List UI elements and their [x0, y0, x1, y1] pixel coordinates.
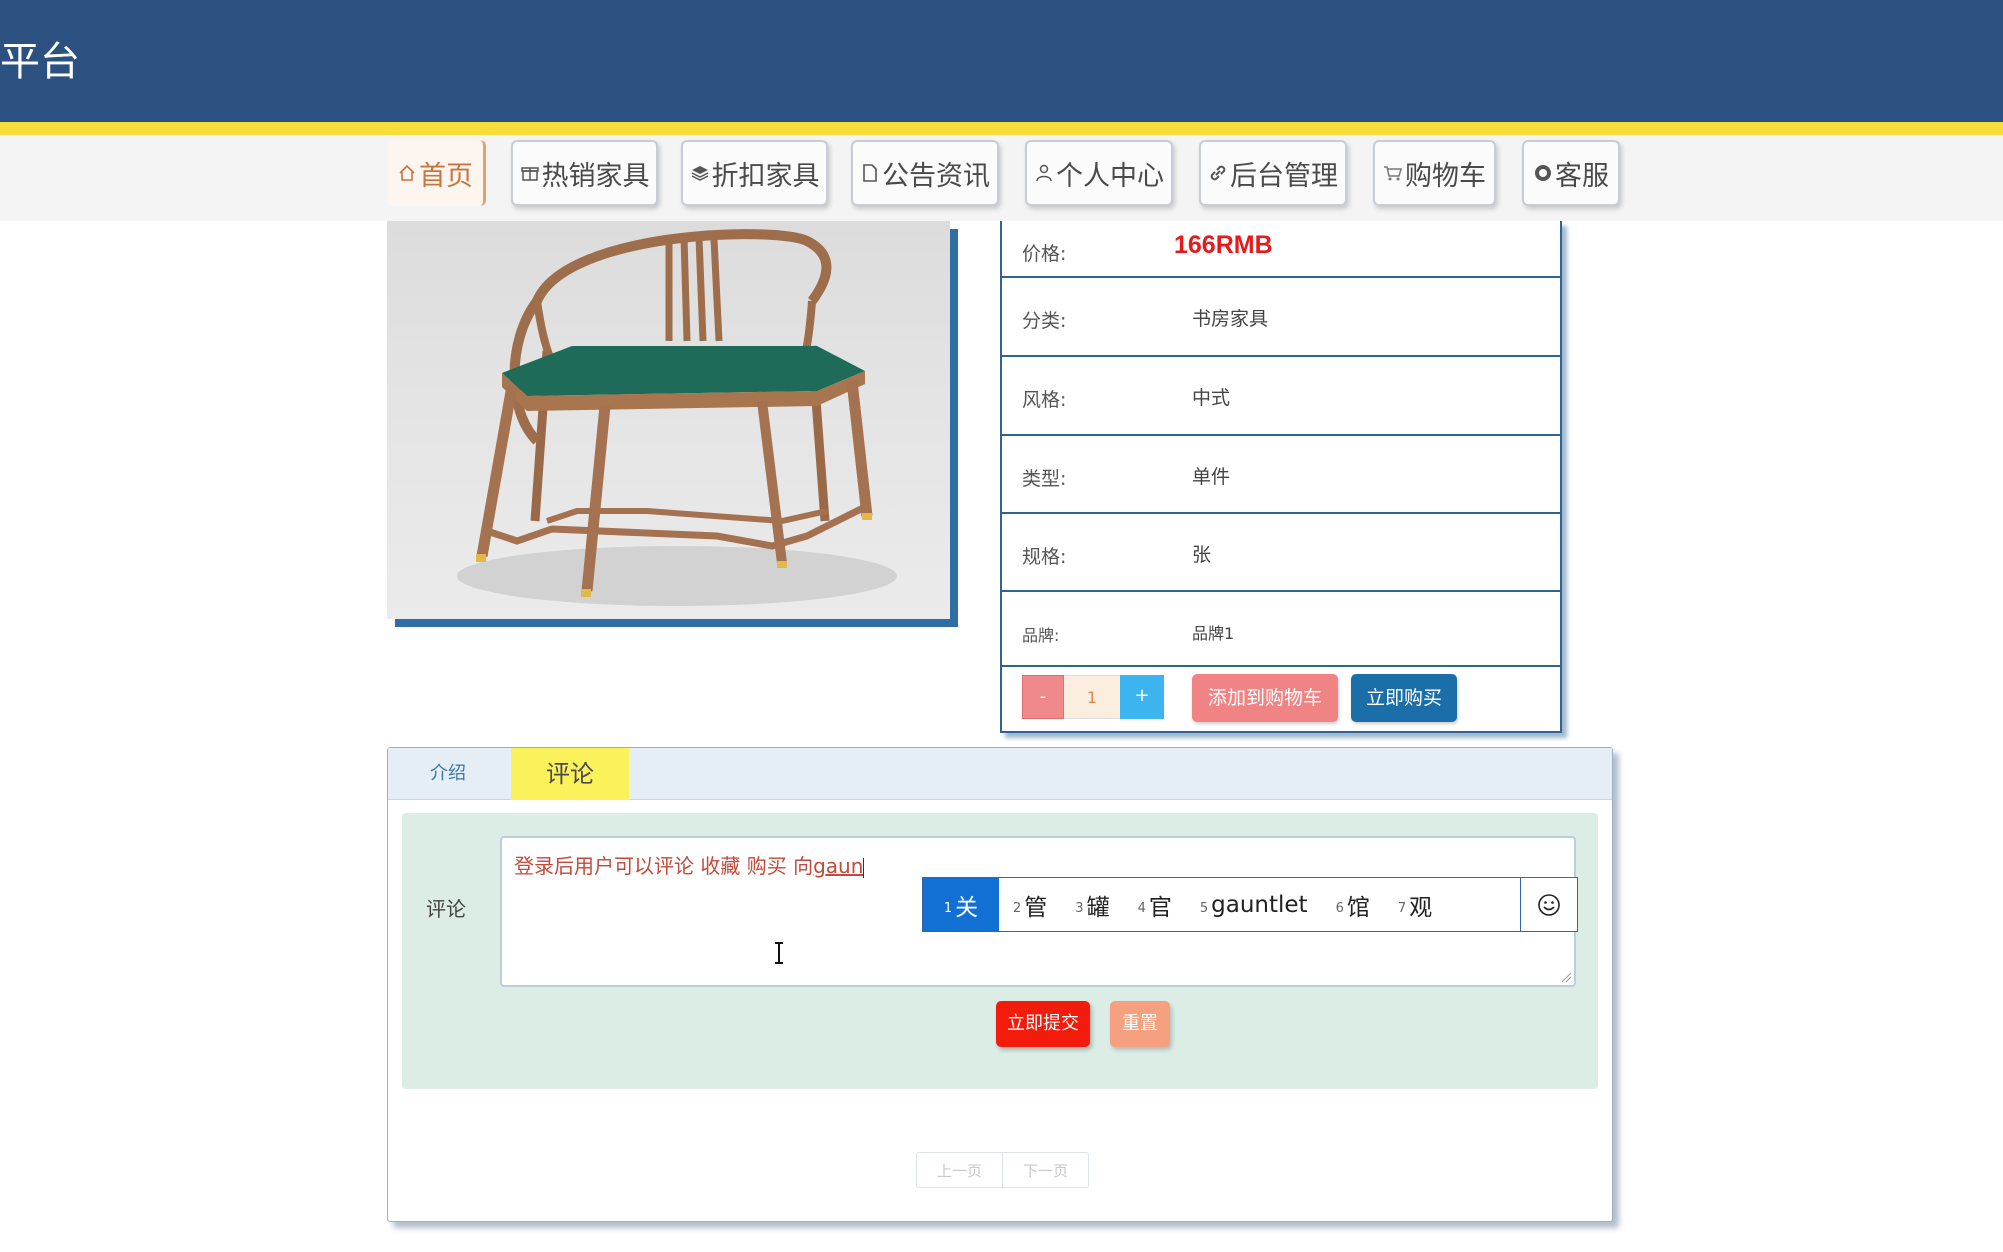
nav-personal-center[interactable]: 个人中心	[1025, 140, 1173, 206]
spec-row-category: 分类: 书房家具	[1002, 278, 1560, 357]
ime-candidate-bar: 1关 2管 3罐 4官 5 gauntlet 6馆 7观	[922, 877, 1578, 932]
comment-existing-text: 登录后用户可以评论 收藏 购买 向	[514, 854, 814, 878]
price-value: 166RMB	[1174, 231, 1273, 259]
spec-label: 分类:	[1022, 310, 1067, 332]
text-caret	[863, 857, 865, 878]
nav-customer-service-label: 客服	[1555, 160, 1609, 192]
tab-introduction[interactable]: 介绍	[388, 748, 508, 800]
ime-candidate-number: 3	[1075, 901, 1084, 916]
tab-comments[interactable]: 评论	[511, 748, 629, 800]
detail-tabs-panel: 介绍 评论 评论 登录后用户可以评论 收藏 购买 向gaun 1关 2管 3罐 …	[387, 747, 1613, 1222]
ime-candidate-number: 4	[1137, 901, 1146, 916]
site-header	[0, 0, 2003, 124]
nav-customer-service[interactable]: 客服	[1522, 140, 1620, 206]
spec-row-spec: 规格: 张	[1002, 514, 1560, 592]
ime-candidate[interactable]: 3罐	[1061, 878, 1123, 931]
spec-row-style: 风格: 中式	[1002, 357, 1560, 436]
ime-candidate[interactable]: 1关	[923, 878, 999, 931]
spec-value: 品牌1	[1192, 624, 1235, 643]
product-spec-table: 价格: 166RMB 分类: 书房家具 风格: 中式 类型: 单件 规格: 张 …	[1000, 221, 1562, 733]
quantity-input[interactable]: 1	[1064, 675, 1120, 719]
ime-candidate-number: 6	[1335, 901, 1344, 916]
support-icon	[1535, 165, 1551, 181]
nav-home[interactable]: 首页	[387, 140, 486, 206]
document-icon	[863, 164, 877, 182]
submit-comment-button[interactable]: 立即提交	[996, 1001, 1090, 1047]
quantity-decrease-button[interactable]: -	[1022, 675, 1064, 719]
spec-row-brand: 品牌: 品牌1	[1002, 592, 1560, 667]
spec-value: 书房家具	[1192, 308, 1269, 330]
nav-discount-furniture-label: 折扣家具	[711, 160, 820, 192]
ime-candidate-text: 馆	[1346, 894, 1370, 921]
ime-candidate-text: gauntlet	[1211, 891, 1308, 918]
quantity-increase-button[interactable]: +	[1120, 675, 1164, 719]
ime-composition-text: gaun	[813, 854, 864, 878]
prev-page-button[interactable]: 上一页	[917, 1153, 1002, 1189]
nav-admin[interactable]: 后台管理	[1199, 140, 1347, 206]
spec-label: 规格:	[1022, 546, 1067, 568]
add-to-cart-button[interactable]: 添加到购物车	[1192, 674, 1338, 722]
comment-textarea[interactable]: 登录后用户可以评论 收藏 购买 向gaun 1关 2管 3罐 4官 5 gaunt…	[500, 836, 1578, 987]
spec-label: 品牌:	[1022, 626, 1060, 645]
spec-label: 价格:	[1022, 243, 1067, 265]
ime-candidate-text: 关	[955, 894, 979, 921]
header-accent-line	[0, 122, 2003, 135]
nav-discount-furniture[interactable]: 折扣家具	[681, 140, 828, 206]
nav-bar	[0, 135, 2003, 221]
ime-candidate-number: 1	[943, 901, 953, 916]
nav-home-label: 首页	[419, 160, 473, 192]
ime-emoji-button[interactable]	[1520, 878, 1577, 931]
nav-announcements[interactable]: 公告资讯	[851, 140, 999, 206]
spec-value: 张	[1192, 544, 1212, 566]
spec-row-price: 价格: 166RMB	[1002, 221, 1560, 278]
spec-value: 中式	[1192, 387, 1231, 409]
next-page-button[interactable]: 下一页	[1002, 1153, 1088, 1189]
comment-text: 登录后用户可以评论 收藏 购买 向gaun	[514, 850, 865, 879]
comment-label: 评论	[426, 897, 466, 921]
nav-cart[interactable]: 购物车	[1373, 140, 1496, 206]
spec-row-type: 类型: 单件	[1002, 436, 1560, 514]
comment-form: 评论 登录后用户可以评论 收藏 购买 向gaun 1关 2管 3罐 4官 5 ga…	[402, 813, 1598, 1089]
nav-personal-center-label: 个人中心	[1056, 160, 1164, 192]
nav-announcements-label: 公告资讯	[882, 160, 990, 192]
spec-value: 单件	[1192, 466, 1231, 488]
ime-candidate-number: 5	[1199, 901, 1209, 916]
layers-icon	[691, 166, 708, 181]
link-icon	[1210, 165, 1226, 181]
nav-hot-furniture-label: 热销家具	[541, 160, 650, 192]
user-icon	[1036, 164, 1052, 182]
spec-label: 风格:	[1022, 389, 1067, 411]
gift-icon	[520, 167, 539, 181]
ime-candidate[interactable]: 7观	[1384, 878, 1446, 931]
ime-candidate-text: 官	[1148, 894, 1172, 921]
ime-candidate[interactable]: 2管	[999, 878, 1061, 931]
ime-candidate-text: 观	[1409, 894, 1433, 921]
buy-now-button[interactable]: 立即购买	[1351, 674, 1457, 722]
ime-candidate-number: 2	[1013, 901, 1022, 916]
site-title: 平台	[0, 39, 80, 85]
cart-icon	[1384, 166, 1402, 181]
spec-label: 类型:	[1022, 468, 1067, 490]
ime-candidate[interactable]: 4官	[1124, 878, 1186, 931]
product-image	[387, 221, 950, 619]
ime-candidate[interactable]: 6馆	[1322, 878, 1384, 931]
nav-hot-furniture[interactable]: 热销家具	[511, 140, 658, 206]
ime-candidate-text: 罐	[1086, 894, 1110, 921]
smiley-icon	[1538, 893, 1560, 916]
tab-bar: 介绍 评论	[388, 748, 1612, 800]
pagination: 上一页 下一页	[916, 1152, 1090, 1189]
home-icon	[399, 164, 415, 181]
armchair-image	[457, 229, 897, 606]
mouse-ibeam-cursor-icon	[775, 942, 783, 964]
reset-button[interactable]: 重置	[1110, 1001, 1170, 1047]
ime-candidate-text: 管	[1024, 894, 1048, 921]
nav-cart-label: 购物车	[1405, 160, 1486, 192]
ime-candidate[interactable]: 5 gauntlet	[1186, 878, 1322, 931]
nav-admin-label: 后台管理	[1230, 160, 1338, 192]
ime-candidate-number: 7	[1397, 901, 1407, 916]
resize-grip-icon[interactable]	[1560, 971, 1572, 983]
